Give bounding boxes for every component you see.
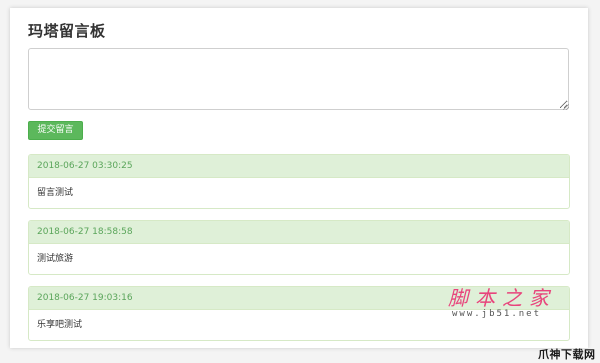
submit-message-button[interactable]: 提交留言 <box>28 121 83 140</box>
page-background: 玛塔留言板 提交留言 2018-06-27 03:30:25 留言测试 2018… <box>0 0 600 363</box>
guestbook-panel: 玛塔留言板 提交留言 2018-06-27 03:30:25 留言测试 2018… <box>10 8 588 348</box>
message-textarea[interactable] <box>28 48 569 110</box>
message-timestamp: 2018-06-27 18:58:58 <box>29 221 569 244</box>
message-panel: 2018-06-27 03:30:25 留言测试 <box>28 154 570 209</box>
message-timestamp: 2018-06-27 03:30:25 <box>29 155 569 178</box>
corner-watermark: 爪神下载网 <box>538 348 596 361</box>
message-panel: 2018-06-27 18:58:58 测试旅游 <box>28 220 570 275</box>
message-text: 留言测试 <box>37 188 74 198</box>
page-title: 玛塔留言板 <box>28 22 106 40</box>
message-timestamp: 2018-06-27 19:03:16 <box>29 287 569 310</box>
message-panel: 2018-06-27 19:03:16 乐享吧测试 <box>28 286 570 341</box>
message-text: 测试旅游 <box>37 254 74 264</box>
message-text: 乐享吧测试 <box>37 320 83 330</box>
